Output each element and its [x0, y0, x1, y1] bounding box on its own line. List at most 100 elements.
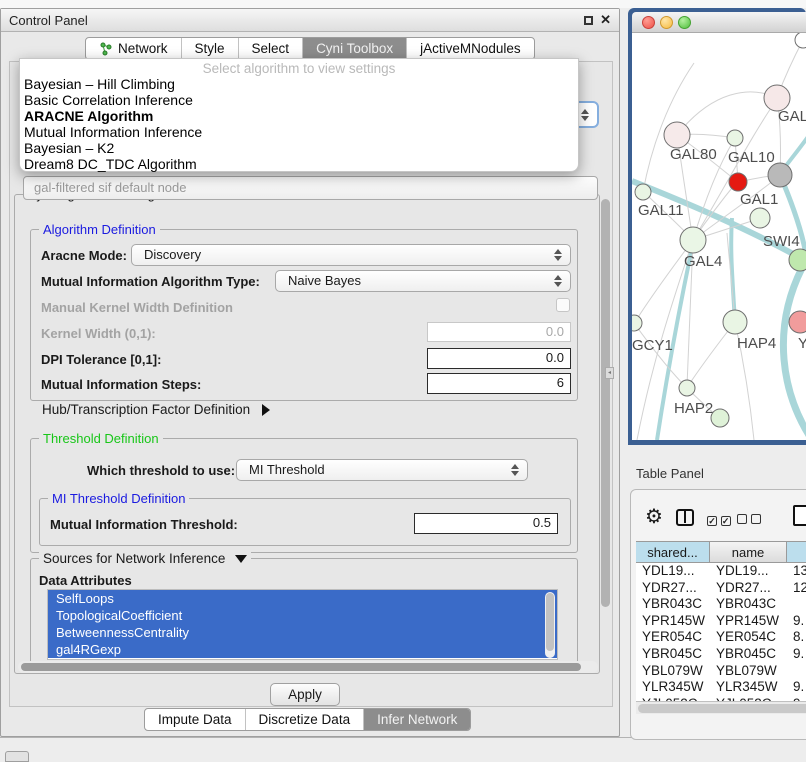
- mi-threshold-group-title: MI Threshold Definition: [48, 491, 189, 506]
- float-window-icon[interactable]: [584, 16, 593, 25]
- column-header-name[interactable]: name: [710, 542, 787, 562]
- scrollbar-thumb[interactable]: [21, 663, 581, 671]
- which-threshold-combo[interactable]: MI Threshold: [236, 459, 528, 481]
- table-row[interactable]: YBL079WYBL079W: [636, 663, 806, 680]
- attribute-list-scrollbar[interactable]: [545, 592, 555, 658]
- svg-text:GAL11: GAL11: [638, 202, 684, 219]
- node-hap4[interactable]: [723, 310, 747, 334]
- node-unlabeled[interactable]: [711, 409, 729, 427]
- tab-impute-data[interactable]: Impute Data: [145, 709, 245, 730]
- attribute-item-selected[interactable]: SelfLoops: [48, 590, 557, 607]
- collapsed-triangle-icon: [262, 404, 270, 416]
- settings-vertical-scrollbar[interactable]: [600, 199, 611, 659]
- node-gal10[interactable]: [727, 130, 743, 146]
- stepper-icon: [554, 275, 562, 287]
- node-salmon[interactable]: [789, 311, 806, 333]
- dropdown-item[interactable]: Mutual Information Inference: [20, 124, 578, 140]
- dpi-tolerance-label: DPI Tolerance [0,1]:: [41, 352, 161, 367]
- tab-style[interactable]: Style: [181, 38, 238, 59]
- network-window-titlebar[interactable]: [632, 12, 806, 33]
- scrollbar-thumb[interactable]: [601, 199, 610, 607]
- kernel-width-label: Kernel Width (0,1):: [41, 326, 156, 341]
- kernel-width-field[interactable]: 0.0: [427, 322, 571, 342]
- tab-select[interactable]: Select: [238, 38, 303, 59]
- node-gal11[interactable]: [635, 184, 651, 200]
- mi-type-label: Mutual Information Algorithm Type:: [41, 274, 260, 289]
- mi-threshold-value: 0.5: [533, 515, 551, 530]
- close-icon[interactable]: ✕: [600, 12, 611, 28]
- manual-kernel-checkbox[interactable]: [556, 298, 570, 312]
- apply-button[interactable]: Apply: [270, 683, 340, 706]
- scrollbar-thumb[interactable]: [638, 704, 806, 713]
- node-gal4[interactable]: [680, 227, 706, 253]
- node-unlabeled[interactable]: [795, 33, 806, 48]
- data-attributes-list[interactable]: SelfLoops TopologicalCoefficient Between…: [47, 589, 558, 660]
- network-selector-combo[interactable]: gal-filtered sif default node: [23, 176, 598, 200]
- scrollbar-thumb[interactable]: [546, 593, 554, 651]
- kernel-width-value: 0.0: [546, 324, 564, 339]
- columns-icon[interactable]: [676, 509, 694, 526]
- mi-threshold-field[interactable]: 0.5: [414, 513, 558, 534]
- table-row[interactable]: YBR045CYBR045C9.: [636, 646, 806, 663]
- dropdown-hint: Select algorithm to view settings: [20, 59, 578, 76]
- table-row[interactable]: YBR043CYBR043C: [636, 596, 806, 613]
- column-header-partial[interactable]: [787, 542, 806, 562]
- tab-jactivemnodules[interactable]: jActiveMNodules: [406, 38, 534, 59]
- node-gray[interactable]: [768, 163, 792, 187]
- dropdown-item[interactable]: Bayesian – Hill Climbing: [20, 76, 578, 92]
- stepper-icon: [581, 109, 589, 121]
- tab-network-label: Network: [118, 41, 168, 56]
- sources-group-title[interactable]: Sources for Network Inference: [39, 551, 251, 566]
- corner-widget[interactable]: [5, 751, 29, 762]
- svg-text:HAP2: HAP2: [674, 400, 713, 417]
- network-canvas[interactable]: GAL GAL80 GAL10 GAL11 GAL1 SWI4 GAL4 GCY…: [632, 33, 806, 440]
- node-gal1[interactable]: [750, 208, 770, 228]
- tab-infer-network[interactable]: Infer Network: [363, 709, 470, 730]
- aracne-mode-combo[interactable]: Discovery: [131, 244, 571, 266]
- column-header-shared-name[interactable]: shared...: [636, 542, 710, 562]
- bottom-tab-bar: Impute Data Discretize Data Infer Networ…: [144, 708, 471, 731]
- close-traffic-light[interactable]: [642, 16, 655, 29]
- hub-definition-label: Hub/Transcription Factor Definition: [42, 402, 250, 417]
- node-gal80[interactable]: [664, 122, 690, 148]
- manual-kernel-label: Manual Kernel Width Definition: [41, 300, 233, 315]
- table-row[interactable]: YDL19...YDL19...13: [636, 563, 806, 580]
- settings-horizontal-scrollbar[interactable]: [18, 661, 598, 673]
- table-horizontal-scrollbar[interactable]: [636, 701, 806, 714]
- gear-icon[interactable]: ⚙: [645, 507, 663, 527]
- mi-type-combo[interactable]: Naive Bayes: [275, 270, 571, 292]
- attribute-item-selected[interactable]: TopologicalCoefficient: [48, 607, 557, 624]
- table-row[interactable]: YLR345WYLR345W9.: [636, 679, 806, 696]
- table-row[interactable]: YDR27...YDR27...12: [636, 580, 806, 597]
- control-panel-titlebar: Control Panel ✕: [1, 9, 619, 32]
- node-swi4[interactable]: [789, 249, 806, 271]
- node-table: shared... name YDL19...YDL19...13 YDR27.…: [636, 541, 806, 714]
- node-hap2[interactable]: [679, 380, 695, 396]
- new-table-icon[interactable]: [793, 505, 806, 526]
- network-view-window[interactable]: GAL GAL80 GAL10 GAL11 GAL1 SWI4 GAL4 GCY…: [628, 8, 806, 445]
- tab-discretize-data[interactable]: Discretize Data: [245, 709, 364, 730]
- tab-cyni-toolbox[interactable]: Cyni Toolbox: [302, 38, 406, 59]
- zoom-traffic-light[interactable]: [678, 16, 691, 29]
- deselect-all-checkboxes-icon[interactable]: [737, 512, 761, 527]
- attribute-item-selected[interactable]: gal4RGexp: [48, 641, 557, 658]
- network-selector-value: gal-filtered sif default node: [34, 180, 186, 195]
- dropdown-item[interactable]: Basic Correlation Inference: [20, 92, 578, 108]
- node-gal1-red[interactable]: [729, 173, 747, 191]
- node-gcy1[interactable]: [632, 315, 642, 331]
- table-row[interactable]: YPR145WYPR145W9.: [636, 613, 806, 630]
- which-threshold-label: Which threshold to use:: [87, 463, 235, 478]
- hub-definition-toggle[interactable]: Hub/Transcription Factor Definition: [42, 402, 270, 417]
- attribute-item-selected[interactable]: BetweennessCentrality: [48, 624, 557, 641]
- dpi-tolerance-field[interactable]: 0.0: [427, 348, 571, 369]
- dropdown-item-selected[interactable]: ARACNE Algorithm: [20, 108, 578, 124]
- table-row[interactable]: YER054CYER054C8.: [636, 629, 806, 646]
- select-all-checkboxes-icon[interactable]: ✓ ✓: [707, 512, 731, 527]
- mi-steps-field[interactable]: 6: [427, 373, 571, 394]
- dropdown-item[interactable]: Bayesian – K2: [20, 140, 578, 156]
- mi-steps-value: 6: [557, 375, 564, 390]
- minimize-traffic-light[interactable]: [660, 16, 673, 29]
- tab-network[interactable]: Network: [86, 38, 181, 59]
- panel-divider-handle[interactable]: ◂: [605, 367, 614, 379]
- dropdown-item[interactable]: Dream8 DC_TDC Algorithm: [20, 156, 578, 172]
